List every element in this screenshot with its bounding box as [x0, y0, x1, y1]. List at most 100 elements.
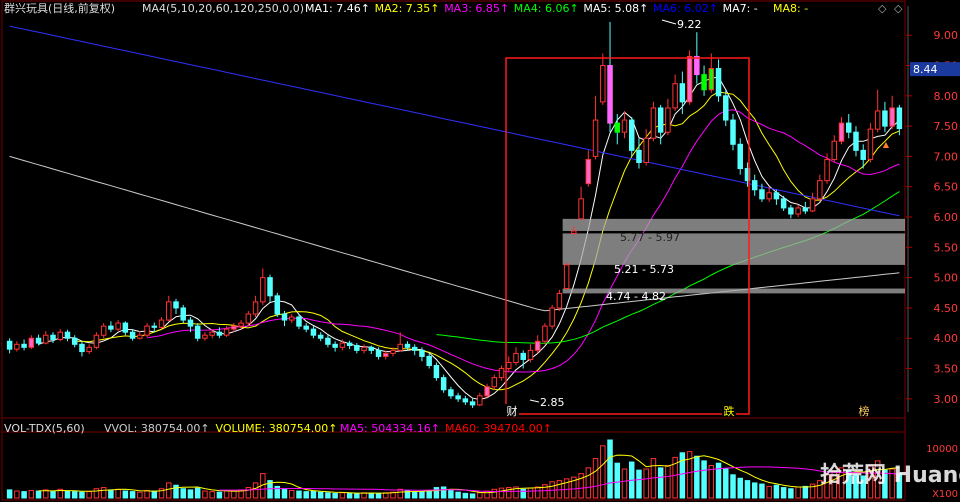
- candle-body: [281, 313, 288, 321]
- candle-body: [455, 395, 461, 400]
- volume-bar: [780, 487, 787, 499]
- volume-bar: [607, 439, 613, 499]
- volume-bar: [288, 489, 295, 499]
- volume-bar: [527, 487, 534, 499]
- volume-bar: [440, 486, 447, 499]
- volume-bar: [708, 465, 715, 499]
- volume-bar: [614, 462, 621, 499]
- candle-body: [64, 331, 71, 339]
- candlesticks: [6, 21, 903, 408]
- price-axis: 9.008.508.007.507.006.506.005.505.004.50…: [906, 29, 960, 406]
- candle-body: [751, 180, 758, 191]
- volume-bar: [79, 491, 85, 499]
- volume-bar: [643, 468, 649, 499]
- candle-body: [636, 149, 642, 163]
- candle-body: [484, 386, 490, 397]
- volume-title: VOL-TDX(5,60): [4, 422, 85, 435]
- volume-bar: [520, 488, 526, 499]
- candle-body: [491, 377, 498, 388]
- candle-body: [556, 292, 563, 309]
- volume-bar: [788, 488, 794, 499]
- volume-bar: [86, 491, 92, 499]
- candle-body: [860, 149, 866, 160]
- candle-body: [79, 343, 85, 353]
- volume-bar: [802, 485, 809, 499]
- candle-body: [896, 107, 903, 130]
- volume-bar: [144, 489, 150, 499]
- candle-body: [788, 207, 794, 215]
- volume-bar: [585, 467, 592, 499]
- volume-bar: [636, 469, 642, 499]
- ma-value: MA6: 6.02↑: [653, 2, 718, 15]
- annotations: 9.22 2.85 5.77 - 5.97 5.21 - 5.73 4.74 - 4.8…: [505, 18, 890, 418]
- high-pointer: [661, 19, 677, 25]
- candle-body: [643, 137, 649, 163]
- axis-label: 7.50: [934, 120, 959, 133]
- stock-title: 群兴玩具(日线,前复权): [4, 1, 115, 15]
- candle-body: [563, 264, 570, 290]
- candle-body: [853, 131, 859, 151]
- candle-body: [158, 319, 165, 328]
- candle-body: [679, 83, 686, 103]
- candle-body: [513, 352, 519, 363]
- volume-bar: [137, 491, 143, 499]
- volume-bar: [679, 452, 686, 499]
- ma-value: MA4: 6.06↑: [514, 2, 579, 15]
- candle-body: [310, 328, 317, 336]
- volume-bar: [303, 491, 309, 499]
- high-label: 9.22: [677, 18, 702, 31]
- candle-body: [100, 325, 107, 336]
- volume-bar: [600, 445, 606, 499]
- candle-body: [245, 313, 252, 324]
- candle-body: [166, 301, 172, 321]
- axis-label: 9.00: [934, 29, 959, 42]
- volume-bar: [223, 490, 230, 499]
- candle-body: [440, 377, 447, 391]
- marker-label: 财: [507, 404, 518, 418]
- volume-bar: [209, 491, 215, 499]
- volume-bar: [281, 488, 288, 499]
- volume-bar: [498, 487, 505, 499]
- candle-body: [889, 107, 895, 127]
- volume-bar: [35, 490, 42, 499]
- volume-bar: [694, 455, 700, 499]
- gap-box: [562, 233, 905, 265]
- candle-body: [202, 334, 208, 339]
- candle-body: [151, 325, 158, 328]
- candle-body: [578, 198, 584, 220]
- volume-bar: [477, 492, 483, 499]
- watermark: 拾荒网 Huang.CN: [820, 462, 960, 488]
- volume-bar: [665, 465, 671, 499]
- candle-body: [694, 55, 700, 76]
- candle-body: [71, 337, 78, 345]
- volume-bar: [180, 488, 186, 499]
- volume-bar: [187, 489, 194, 499]
- volume-bar: [744, 480, 751, 499]
- candle-body: [368, 346, 375, 351]
- axis-label: 5.00: [934, 272, 959, 285]
- volume-bar: [166, 482, 172, 499]
- volume-bar: [426, 489, 432, 499]
- volume-bar: [462, 492, 469, 499]
- candle-body: [882, 110, 888, 127]
- candle-body: [665, 107, 671, 133]
- candle-body: [194, 325, 201, 339]
- volume-bar: [419, 491, 425, 499]
- candle-body: [838, 122, 845, 142]
- candle-body: [252, 301, 259, 315]
- volume-bar: [151, 490, 158, 499]
- gap2-label: 5.21 - 5.73: [614, 263, 674, 276]
- candle-body: [390, 349, 396, 354]
- volume-bar: [14, 490, 20, 499]
- candle-body: [57, 331, 63, 340]
- candle-body: [795, 207, 801, 215]
- candle-body: [874, 110, 881, 130]
- volume-bar: [28, 489, 35, 499]
- candle-body: [187, 319, 194, 327]
- candle-body: [759, 189, 765, 200]
- candle-body: [809, 198, 816, 212]
- candle-body: [730, 119, 736, 145]
- candle-body: [766, 192, 772, 200]
- moving-averages: [9, 25, 900, 401]
- candle-body: [628, 119, 635, 151]
